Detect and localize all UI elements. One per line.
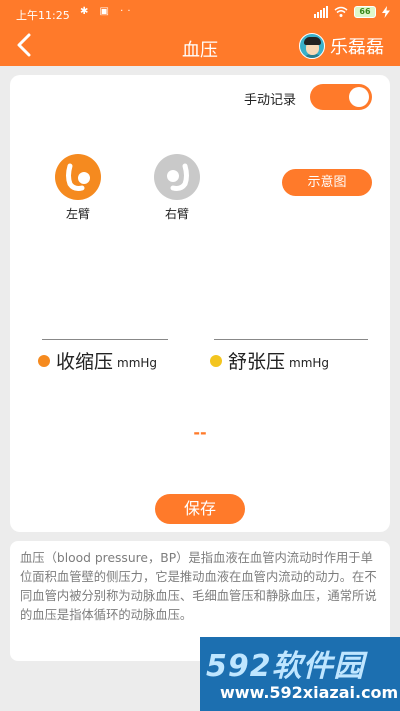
systolic-dot: [38, 354, 50, 367]
save-button[interactable]: 保存: [155, 494, 245, 524]
status-bar: 上午11:25 ✱ ▣ ·· 66: [0, 0, 400, 28]
systolic-unit: mmHg: [117, 355, 158, 370]
right-arm-icon: [154, 154, 200, 200]
manual-record-toggle[interactable]: [310, 84, 372, 110]
app-header: 血压 乐磊磊: [0, 28, 400, 66]
signal-icon: [314, 6, 328, 18]
user-switch[interactable]: 乐磊磊: [299, 33, 384, 59]
battery-icon: 66: [354, 6, 376, 18]
left-arm-option[interactable]: 左臂: [54, 154, 102, 222]
avatar: [299, 33, 325, 59]
diagram-button[interactable]: 示意图: [282, 169, 372, 196]
watermark-url: www.592xiazai.com: [220, 683, 399, 702]
watermark-brand: 592软件园: [206, 649, 365, 684]
toggle-knob: [349, 87, 369, 107]
status-icons: ✱ ▣ ··: [80, 6, 135, 17]
right-arm-label: 右臂: [164, 207, 189, 221]
reading-placeholder: --: [193, 423, 207, 442]
diastolic-unit: mmHg: [289, 355, 330, 370]
wifi-icon: [334, 6, 348, 17]
measure-card: 手动记录 左臂 右臂 示意图 收缩压 mmHg 舒张压 mmHg -- 保存: [10, 75, 390, 532]
diastolic-label-group: 舒张压 mmHg: [210, 347, 329, 374]
diastolic-label: 舒张压: [228, 351, 286, 373]
left-arm-icon: [55, 154, 101, 200]
systolic-input-line[interactable]: [42, 339, 168, 340]
status-time: 上午11:25: [16, 9, 70, 22]
left-arm-label: 左臂: [65, 207, 90, 221]
systolic-label-group: 收缩压 mmHg: [38, 347, 157, 374]
status-right-icons: 66: [314, 6, 390, 18]
diastolic-input-line[interactable]: [214, 339, 368, 340]
charging-icon: [382, 6, 390, 18]
watermark-logo: 592软件园 www.592xiazai.com: [200, 637, 400, 711]
diastolic-dot: [210, 354, 222, 367]
manual-record-label: 手动记录: [243, 93, 296, 108]
right-arm-option[interactable]: 右臂: [153, 154, 201, 222]
systolic-label: 收缩压: [56, 351, 114, 373]
username: 乐磊磊: [330, 37, 384, 58]
